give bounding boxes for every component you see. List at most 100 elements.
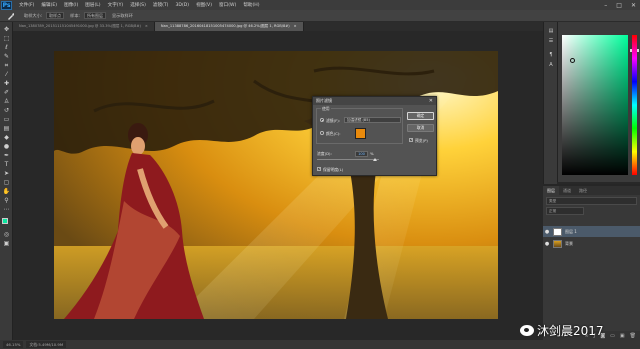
layer-row[interactable]: ● 图层 1 [543,226,640,237]
quick-select-tool-icon[interactable]: ✎ [2,53,11,60]
color-picker-field[interactable] [562,35,628,175]
type-tool-icon[interactable]: T [2,161,11,168]
quick-mask-icon[interactable]: ◎ [2,231,11,238]
maximize-button[interactable]: □ [616,2,622,9]
menu-filter[interactable]: 滤镜(T) [153,2,169,8]
close-icon[interactable]: × [294,24,297,28]
tab-document-1[interactable]: Nan_1380789_201511151045491000.jpg @ 33.… [13,22,155,31]
preview-label: 预览(P) [415,138,428,143]
layer-name: 图层 1 [565,228,577,234]
gradient-tool-icon[interactable]: ▤ [2,125,11,132]
hue-slider[interactable] [632,35,637,175]
eraser-tool-icon[interactable]: ▭ [2,116,11,123]
filter-select[interactable]: 加温滤镜 (85) [344,117,401,123]
color-panel [557,22,640,182]
zoom-level[interactable]: 46.15% [3,341,24,348]
shape-tool-icon[interactable]: ▢ [2,179,11,186]
foreground-color-swatch[interactable] [2,218,8,224]
history-brush-icon[interactable]: ↺ [2,107,11,114]
history-icon[interactable]: ▤ [547,28,555,35]
crop-tool-icon[interactable]: ⌗ [2,62,11,69]
weibo-logo [520,325,534,336]
layers-panel: 图层 通道 路径 类型 正常 ● 图层 1 ● 背景 ∞ ƒ ◙ ▭ ▣ 🗑 [543,184,640,340]
stamp-tool-icon[interactable]: ♙ [2,98,11,105]
preserve-luminosity-label: 保留明度(L) [323,167,344,172]
show-ring-label[interactable]: 显示取样环 [112,13,133,19]
eye-icon[interactable]: ● [543,229,551,235]
color-radio[interactable] [320,131,324,135]
menu-3d[interactable]: 3D(D) [175,3,189,8]
menu-bar: Ps 文件(F) 编辑(E) 图像(I) 图层(L) 文字(Y) 选择(S) 滤… [0,0,640,10]
tab-document-2[interactable]: Nan_11388786_20160418151005474000.jpg @ … [154,22,304,31]
density-input[interactable]: 100 [355,151,368,157]
eyedropper-icon[interactable] [4,11,18,20]
eyedropper-tool-icon[interactable]: ⁄ [2,71,11,78]
menu-image[interactable]: 图像(I) [64,2,78,8]
menu-edit[interactable]: 编辑(E) [41,2,57,8]
photo-filter-dialog: 照片滤镜 ✕ 使用 滤镜(F): 加温滤镜 (85) 颜色(C): 确定 取消 … [312,96,437,176]
menu-select[interactable]: 选择(S) [130,2,146,8]
hue-slider-handle[interactable] [630,49,639,52]
layer-thumbnail [553,239,562,248]
menu-window[interactable]: 窗口(W) [219,2,236,8]
lasso-tool-icon[interactable]: ℓ [2,44,11,51]
pen-tool-icon[interactable]: ✒ [2,152,11,159]
zoom-tool-icon[interactable]: ⚲ [2,197,11,204]
tab-paths[interactable]: 路径 [575,186,591,195]
layer-thumbnail [553,227,562,236]
hand-tool-icon[interactable]: ✋ [2,188,11,195]
folder-icon[interactable]: ▭ [610,333,615,339]
toolbox: ✥ ⬚ ℓ ✎ ⌗ ⁄ ✚ ✐ ♙ ↺ ▭ ▤ ◆ ● ✒ T ➤ ▢ ✋ ⚲ … [0,22,13,340]
properties-icon[interactable]: ☰ [547,38,555,45]
sample-size-select[interactable]: 取样点 [46,12,65,19]
sample-size-label: 取样大小: [24,12,43,18]
color-picker-marker[interactable] [570,58,575,63]
photo-scene [54,51,498,319]
layer-kind-filter[interactable]: 类型 [546,197,637,205]
layer-row[interactable]: ● 背景 [543,238,640,249]
trash-icon[interactable]: 🗑 [630,333,636,339]
paragraph-icon[interactable]: ¶ [547,52,555,59]
new-layer-icon[interactable]: ▣ [620,333,625,339]
close-icon[interactable]: × [145,24,148,28]
cancel-button[interactable]: 取消 [407,124,434,132]
marquee-tool-icon[interactable]: ⬚ [2,35,11,42]
ok-button[interactable]: 确定 [407,112,434,120]
blur-tool-icon[interactable]: ◆ [2,134,11,141]
tab-layers[interactable]: 图层 [543,186,559,195]
more-tools-icon[interactable]: ⋯ [2,206,11,213]
use-group: 使用 滤镜(F): 加温滤镜 (85) 颜色(C): [316,106,403,144]
character-icon[interactable]: A [547,62,555,69]
density-slider-track[interactable] [317,159,379,160]
menu-help[interactable]: 帮助(H) [243,2,259,8]
menu-type[interactable]: 文字(Y) [108,2,124,8]
canvas-area[interactable] [13,31,543,340]
brush-tool-icon[interactable]: ✐ [2,89,11,96]
preserve-luminosity-checkbox[interactable]: ✓ [317,167,321,171]
sample-label: 样本: [70,12,80,18]
photoshop-logo: Ps [1,0,12,10]
doc-info: 文档:5.49M/10.9M [26,341,67,348]
menu-view[interactable]: 视图(V) [196,2,212,8]
density-slider-thumb[interactable] [373,158,377,161]
healing-tool-icon[interactable]: ✚ [2,80,11,87]
menu-file[interactable]: 文件(F) [19,2,34,8]
document-image[interactable] [54,51,498,319]
document-tabs: Nan_1380789_201511151045491000.jpg @ 33.… [13,22,543,31]
preview-checkbox[interactable]: ✓ [409,138,413,142]
close-window-button[interactable]: ✕ [631,2,636,9]
tab-channels[interactable]: 通道 [559,186,575,195]
move-tool-icon[interactable]: ✥ [2,26,11,33]
blend-mode-select[interactable]: 正常 [546,207,584,215]
path-select-tool-icon[interactable]: ➤ [2,170,11,177]
close-icon[interactable]: ✕ [429,97,433,105]
eye-icon[interactable]: ● [543,241,551,247]
filter-radio[interactable] [320,118,324,122]
sample-select[interactable]: 所有图层 [83,12,106,19]
minimize-button[interactable]: – [604,2,607,9]
menu-layer[interactable]: 图层(L) [85,2,100,8]
dodge-tool-icon[interactable]: ● [2,143,11,150]
screen-mode-icon[interactable]: ▣ [2,240,11,247]
watermark-text: 沐剑晨2017 [537,324,604,338]
filter-color-swatch[interactable] [355,128,366,139]
